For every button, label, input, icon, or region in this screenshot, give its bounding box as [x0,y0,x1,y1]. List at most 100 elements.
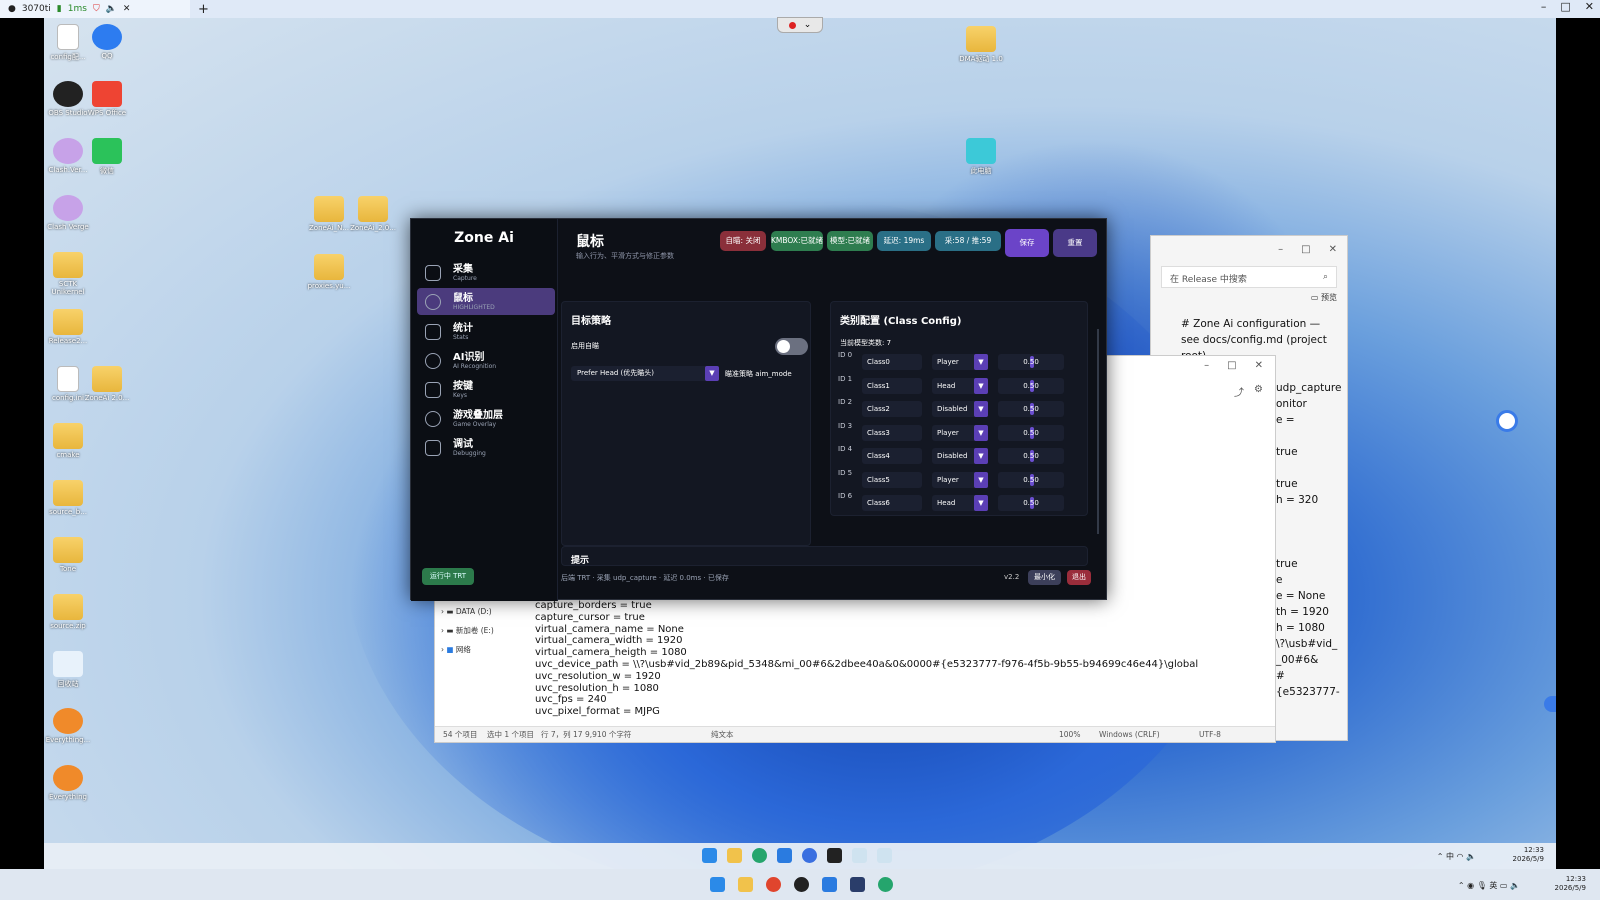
desktop-icon[interactable]: cmake [44,423,93,459]
remote-control-pill[interactable]: ⌄ [777,17,823,33]
obs-icon[interactable] [794,877,809,892]
scrollbar[interactable] [1097,329,1099,534]
monitor-icon [425,439,441,456]
minimize-icon[interactable]: – [1541,0,1547,13]
close-icon[interactable]: ✕ [1585,0,1594,13]
desktop-icon[interactable]: 微信 [82,138,132,176]
folder-icon[interactable] [738,877,753,892]
local-clock[interactable]: 12:33 2026/5/9 [1555,875,1586,893]
close-icon[interactable]: ✕ [1255,360,1263,371]
run-status-button[interactable]: 运行中 TRT [422,568,474,585]
class-role-select[interactable]: Player ▼ [932,424,988,441]
desktop-icon[interactable]: Everything [44,765,93,801]
aim-mode-select[interactable]: Prefer Head (优先瞄头) ▼ [571,366,719,381]
zone-ai-icon[interactable] [877,848,892,863]
gear-icon[interactable]: ⚙ [1254,384,1263,399]
nav-item-stats[interactable]: 统计 Stats [417,318,555,345]
enable-aim-toggle[interactable] [775,338,808,355]
minimize-button[interactable]: 最小化 [1028,570,1061,585]
minimize-icon[interactable]: – [1278,244,1283,255]
nav-item-mouse[interactable]: 鼠标 HIGHLIGHTED [417,288,555,315]
desktop-icon[interactable]: QQ [82,24,132,60]
confidence-slider[interactable]: 0.50 [998,401,1064,417]
confidence-slider[interactable]: 0.50 [998,471,1064,488]
nav-item-keys[interactable]: 按键 Keys [417,376,555,403]
nav-item-overlay[interactable]: 游戏叠加层 Game Overlay [417,405,555,432]
window-icon[interactable] [850,877,865,892]
desktop-icon[interactable]: ZoneAi 2.0... [82,366,132,402]
nav-item-debug[interactable]: 调试 Debugging [417,434,555,461]
class-name-input[interactable]: Class0 [862,354,922,370]
explorer-search-input[interactable]: 在 Release 中搜索 ⌕ [1161,266,1337,288]
desktop-icon[interactable]: Everything... [44,708,93,744]
desktop-icon[interactable]: ZoneAi_2.0... [348,196,398,232]
reset-button[interactable]: 重置 [1053,229,1097,257]
desktop-icon[interactable]: ZoneAi_N... [304,196,354,232]
tree-item[interactable]: › ▬ DATA (D:) [441,602,494,621]
class-name-input[interactable]: Class1 [862,377,922,394]
class-name-input[interactable]: Class5 [862,471,922,488]
confidence-slider[interactable]: 0.50 [998,495,1064,511]
class-name-input[interactable]: Class3 [862,424,922,441]
desktop-icon[interactable]: Release2... [44,309,93,345]
folder-icon[interactable] [727,848,742,863]
class-name-input[interactable]: Class2 [862,401,922,417]
tree-item[interactable]: › ▬ 新加卷 (E:) [441,621,494,640]
class-role-select[interactable]: Head ▼ [932,495,988,511]
remote-clock[interactable]: 12:33 2026/5/9 [1513,846,1544,864]
desktop-icon[interactable]: Clash Verge [44,195,93,231]
desktop-icon[interactable]: SCTK Unikernel [44,252,93,296]
class-name-input[interactable]: Class6 [862,495,922,511]
confidence-slider[interactable]: 0.50 [998,377,1064,394]
desktop-icon[interactable]: 此电脑 [956,138,1006,176]
exit-button[interactable]: 退出 [1067,570,1091,585]
desktop-icon[interactable]: 回收站 [44,651,93,689]
side-handle-icon[interactable] [1544,696,1556,712]
viewer-tab[interactable]: ● 3070ti ▮ 1ms ⛉ 🔈 ✕ [0,0,190,18]
desktop-icon[interactable]: proxies.yu... [304,254,354,290]
preview-toggle[interactable]: ▭ 预览 [1311,292,1337,303]
notepad-text[interactable]: capture_borders = true capture_cursor = t… [535,600,1198,718]
terminal-icon[interactable] [827,848,842,863]
nav-item-capture[interactable]: 采集 Capture [417,259,555,286]
notepad-icon[interactable] [852,848,867,863]
desktop-icon[interactable]: source_b... [44,480,93,516]
class-role-select[interactable]: Disabled ▼ [932,448,988,464]
confidence-slider[interactable]: 0.50 [998,354,1064,370]
maximize-icon[interactable]: □ [1227,360,1236,371]
class-role-select[interactable]: Player ▼ [932,471,988,488]
panel-title: 目标策略 [571,316,611,327]
desktop-icon[interactable]: DMA驱动 1.0 [956,26,1006,64]
confidence-slider[interactable]: 0.50 [998,424,1064,441]
tree-item[interactable]: › ■ 网络 [441,640,494,659]
close-icon[interactable]: ✕ [1329,244,1337,255]
desktop-icon[interactable]: Tone [44,537,93,573]
edge-icon[interactable] [752,848,767,863]
new-tab-icon[interactable]: + [198,2,209,17]
close-tab-icon[interactable]: ✕ [123,4,131,14]
class-role-select[interactable]: Player ▼ [932,354,988,370]
remote-app-icon[interactable] [822,877,837,892]
maximize-icon[interactable]: □ [1560,0,1570,13]
windows-start-icon[interactable] [710,877,725,892]
minimize-icon[interactable]: – [1204,360,1209,371]
desktop-icon[interactable]: source.zip [44,594,93,630]
assistant-bubble-icon[interactable] [1496,410,1518,432]
class-role-select[interactable]: Disabled ▼ [932,401,988,417]
shield-icon[interactable] [777,848,792,863]
class-role-select[interactable]: Head ▼ [932,377,988,394]
save-button[interactable]: 保存 [1005,229,1049,257]
desktop-icon[interactable]: WPS Office [82,81,132,117]
remote-tray-icons[interactable]: ⌃ 中 ◠ 🔈 [1437,851,1476,862]
chrome-icon[interactable] [766,877,781,892]
edge-icon[interactable] [878,877,893,892]
class-name-input[interactable]: Class4 [862,448,922,464]
share-icon[interactable]: ⤴ [1234,384,1244,399]
confidence-slider[interactable]: 0.50 [998,448,1064,464]
windows-start-icon[interactable] [702,848,717,863]
maximize-icon[interactable]: □ [1301,244,1310,255]
assistant-icon[interactable] [802,848,817,863]
speaker-icon[interactable]: 🔈 [106,4,117,14]
local-tray-icons[interactable]: ⌃ ◉ 🎙 英 ▭ 🔈 [1458,880,1520,891]
nav-item-ai[interactable]: AI识别 AI Recognition [417,347,555,374]
